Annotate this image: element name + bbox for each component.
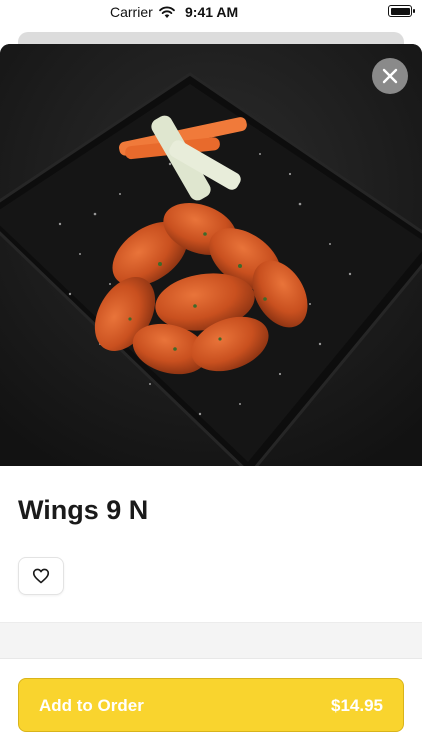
section-divider [0, 622, 422, 659]
item-photo [0, 44, 422, 466]
add-to-order-label: Add to Order [39, 696, 144, 715]
add-to-order-button[interactable]: Add to Order $14.95 [18, 678, 404, 732]
favorite-button[interactable] [18, 557, 64, 595]
item-title: Wings 9 N [18, 495, 149, 525]
battery-icon [388, 5, 415, 17]
wifi-icon [159, 6, 175, 18]
close-button[interactable] [372, 58, 408, 94]
carrier-label: Carrier [110, 4, 153, 20]
close-icon [382, 68, 398, 84]
wings-photo-illustration [0, 44, 422, 466]
clock-time: 9:41 AM [185, 4, 239, 20]
order-price: $14.95 [331, 696, 383, 715]
status-bar: Carrier 9:41 AM [0, 0, 422, 24]
heart-outline-icon [32, 568, 50, 584]
